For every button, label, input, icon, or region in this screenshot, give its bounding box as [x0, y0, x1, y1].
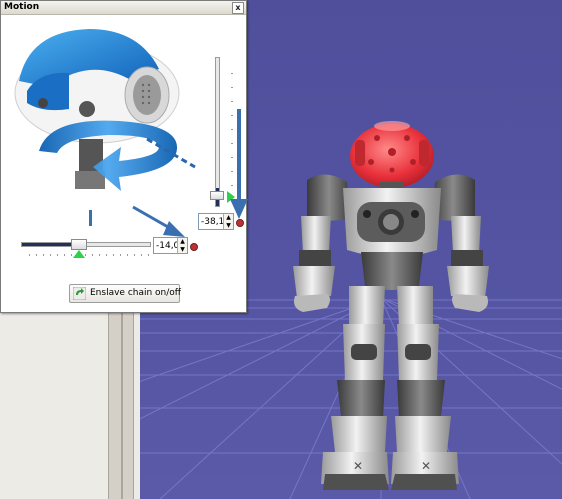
enslave-chain-label: Enslave chain on/off [90, 288, 182, 298]
yaw-slider-thumb[interactable] [71, 239, 87, 250]
pitch-spinner[interactable]: ▲ ▼ [223, 214, 233, 229]
yaw-decrement-icon[interactable]: ▼ [178, 246, 187, 253]
pitch-increment-icon[interactable]: ▲ [224, 214, 233, 221]
nao-head-illustration [14, 29, 196, 191]
pitch-reset-dot-icon[interactable] [236, 219, 244, 227]
pitch-slider-thumb[interactable] [210, 191, 224, 200]
enslave-chain-icon [73, 287, 86, 300]
yaw-slider-fill [22, 243, 76, 246]
svg-text:✕: ✕ [421, 459, 431, 473]
close-icon[interactable]: x [232, 2, 244, 14]
yaw-value-field[interactable]: -14,0 ▲ ▼ [153, 237, 188, 254]
yaw-increment-icon[interactable]: ▲ [178, 238, 187, 245]
enslave-chain-button[interactable]: Enslave chain on/off [69, 284, 182, 303]
yaw-value[interactable]: -14,0 [156, 239, 179, 253]
titlebar[interactable]: Motion x [1, 1, 246, 15]
green-marker-icon [73, 250, 85, 258]
yaw-reset-dot-icon[interactable] [190, 243, 198, 251]
pitch-decrement-icon[interactable]: ▼ [224, 222, 233, 229]
down-arrow-icon [230, 109, 248, 219]
dialog-title: Motion [4, 2, 40, 12]
pointer-arrow-icon [132, 205, 185, 237]
pitch-value[interactable]: -38,1 [201, 215, 224, 229]
nao-robot-model[interactable]: ✕ ✕ [285, 118, 497, 494]
yaw-tick-marks [29, 254, 153, 256]
yaw-spinner[interactable]: ▲ ▼ [177, 238, 187, 253]
yaw-indicator [89, 210, 92, 226]
pitch-value-field[interactable]: -38,1 ▲ ▼ [198, 213, 234, 230]
pitch-slider[interactable] [215, 57, 220, 207]
side-panel [0, 312, 140, 499]
svg-text:✕: ✕ [353, 459, 363, 473]
motion-dialog: Motion x -38,1 ▲ ▼ -14,0 ▲ ▼ Enslave cha… [0, 0, 248, 313]
